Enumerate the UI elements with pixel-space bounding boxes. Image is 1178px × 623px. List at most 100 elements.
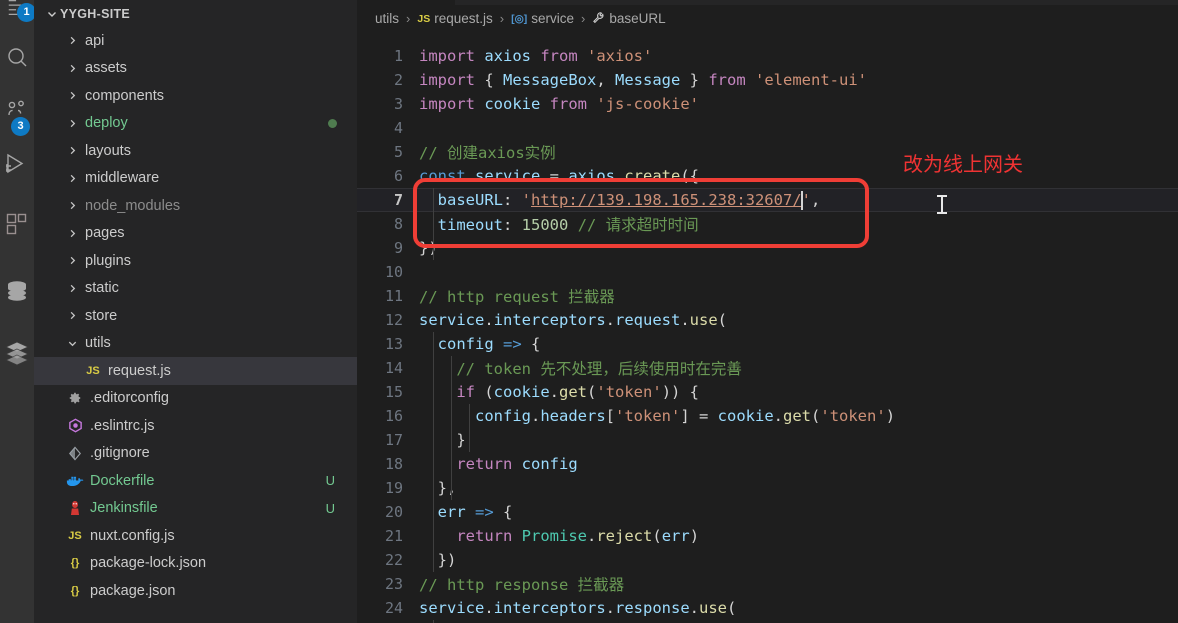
code-token: . <box>605 311 615 329</box>
code-line[interactable]: 5 // 创建axios实例 <box>357 140 1178 164</box>
code-line[interactable]: 16 config.headers['token'] = cookie.get(… <box>357 404 1178 428</box>
code-line[interactable]: 13 config => { <box>357 332 1178 356</box>
code-line[interactable]: 17 } <box>357 428 1178 452</box>
chevron-right-icon[interactable] <box>64 310 81 321</box>
code-line[interactable]: 21 return Promise.reject(err) <box>357 524 1178 548</box>
line-number: 20 <box>384 503 403 521</box>
tree-file-row[interactable]: .gitignore <box>34 440 357 468</box>
tree-folder-row[interactable]: static <box>34 275 357 303</box>
line-number: 17 <box>384 431 403 449</box>
code-line[interactable]: 4 <box>357 116 1178 140</box>
chevron-right-icon[interactable] <box>64 35 81 46</box>
code-token: ( <box>587 383 597 401</box>
chevron-right-icon[interactable] <box>64 63 81 74</box>
code-line-text: // http request 拦截器 <box>419 285 615 307</box>
code-line-text: service.interceptors.request.use( <box>419 311 727 329</box>
code-line[interactable]: 6 const service = axios.create({ <box>357 164 1178 188</box>
tree-folder-row[interactable]: node_modules <box>34 192 357 220</box>
code-line[interactable]: 14 // token 先不处理，后续使用时在完善 <box>357 356 1178 380</box>
chevron-right-icon[interactable] <box>64 228 81 239</box>
breadcrumb-item[interactable]: [◎] service <box>511 11 574 26</box>
code-line[interactable]: 7 baseURL: 'http://139.198.165.238:32607… <box>357 188 1178 212</box>
code-line[interactable]: 24 service.interceptors.response.use( <box>357 596 1178 620</box>
extensions-icon[interactable] <box>0 203 34 245</box>
chevron-right-icon[interactable] <box>64 173 81 184</box>
code-token: { <box>484 71 503 89</box>
code-token: . <box>484 599 494 617</box>
code-line-text: // http response 拦截器 <box>419 573 624 595</box>
code-line[interactable]: 23 // http response 拦截器 <box>357 572 1178 596</box>
vscode-window: 1 3 YYGH-SITE api assets components depl… <box>0 0 1178 623</box>
tree-item-label: deploy <box>85 115 128 132</box>
chevron-right-icon[interactable] <box>64 90 81 101</box>
tree-folder-row[interactable]: deploy <box>34 110 357 138</box>
chevron-right-icon[interactable] <box>64 283 81 294</box>
code-token: axios <box>484 47 531 65</box>
tab-request-js[interactable] <box>357 0 455 5</box>
line-number: 1 <box>393 47 403 65</box>
code-line[interactable]: 1 import axios from 'axios' <box>357 44 1178 68</box>
code-line[interactable]: 18 return config <box>357 452 1178 476</box>
tree-file-row[interactable]: JS request.js <box>34 357 357 385</box>
tree-folder-row[interactable]: layouts <box>34 137 357 165</box>
code-token: [ <box>605 407 616 425</box>
line-number: 3 <box>393 95 403 113</box>
tree-file-row[interactable]: .editorconfig <box>34 385 357 413</box>
chevron-right-icon[interactable] <box>64 145 81 156</box>
code-token: import <box>419 95 485 113</box>
tree-folder-row[interactable]: pages <box>34 220 357 248</box>
run-debug-icon[interactable] <box>0 143 34 185</box>
tree-folder-row[interactable]: store <box>34 302 357 330</box>
tree-folder-row[interactable]: plugins <box>34 247 357 275</box>
tree-file-row[interactable]: {} package-lock.json <box>34 550 357 578</box>
search-icon[interactable] <box>0 36 34 78</box>
database-icon[interactable] <box>0 270 34 312</box>
code-line[interactable]: 20 err => { <box>357 500 1178 524</box>
explorer-root-row[interactable]: YYGH-SITE <box>34 0 357 27</box>
code-line[interactable]: 9}) <box>357 236 1178 260</box>
chevron-right-icon[interactable] <box>64 255 81 266</box>
code-token: 'axios' <box>587 47 653 65</box>
tree-folder-row[interactable]: utils <box>34 330 357 358</box>
chevron-down-icon[interactable] <box>64 338 81 349</box>
breadcrumb-label: baseURL <box>609 11 666 26</box>
tree-folder-row[interactable]: assets <box>34 55 357 83</box>
code-line[interactable]: 19 }, <box>357 476 1178 500</box>
tree-file-row[interactable]: {} package.json <box>34 577 357 605</box>
code-token: } <box>680 71 699 89</box>
explorer-sidebar: YYGH-SITE api assets components deploy layou… <box>34 0 357 623</box>
code-editor[interactable]: 1 import axios from 'axios' 2 import { Mess… <box>357 32 1178 623</box>
breadcrumb-item[interactable]: utils <box>375 11 399 26</box>
code-line[interactable]: 2 import { MessageBox, Message } from 'el… <box>357 68 1178 92</box>
code-token: }) <box>419 239 438 257</box>
chevron-right-icon[interactable] <box>64 118 81 129</box>
code-line[interactable]: 8 timeout: 15000 // 请求超时时间 <box>357 212 1178 236</box>
js-file-icon: JS <box>417 12 431 25</box>
code-line[interactable]: 11 // http request 拦截器 <box>357 284 1178 308</box>
tree-folder-row[interactable]: middleware <box>34 165 357 193</box>
code-token: ( <box>811 407 821 425</box>
breadcrumb-item[interactable]: baseURL <box>592 11 666 27</box>
code-line[interactable]: 22 }) <box>357 548 1178 572</box>
code-line[interactable]: 12 service.interceptors.request.use( <box>357 308 1178 332</box>
chevron-right-icon[interactable] <box>64 200 81 211</box>
tree-file-row[interactable]: .eslintrc.js <box>34 412 357 440</box>
code-token: get <box>559 383 588 401</box>
tree-file-row[interactable]: Jenkinsfile U <box>34 495 357 523</box>
tree-item-label: layouts <box>85 142 131 159</box>
code-line[interactable]: 3 import cookie from 'js-cookie' <box>357 92 1178 116</box>
tree-file-row[interactable]: JS nuxt.config.js <box>34 522 357 550</box>
tree-file-row[interactable]: Dockerfile U <box>34 467 357 495</box>
breadcrumb-item[interactable]: JS request.js <box>417 11 492 26</box>
code-line-text: return config <box>419 455 577 473</box>
code-line[interactable]: 15 if (cookie.get('token')) { <box>357 380 1178 404</box>
tree-folder-row[interactable]: components <box>34 82 357 110</box>
code-token: . <box>531 407 541 425</box>
code-token: err <box>661 527 690 545</box>
tree-folder-row[interactable]: api <box>34 27 357 55</box>
code-line[interactable]: 10 <box>357 260 1178 284</box>
code-token: : <box>503 216 522 234</box>
tree-item-label: Dockerfile <box>90 472 155 489</box>
layers-icon[interactable] <box>0 332 34 374</box>
